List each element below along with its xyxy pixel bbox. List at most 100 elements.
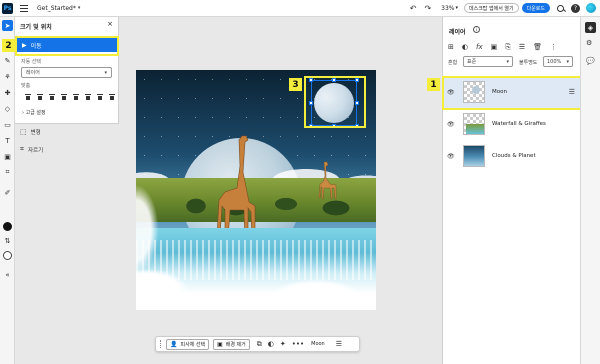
advanced-settings[interactable]: › 고급 설정 — [22, 109, 46, 116]
eye-icon[interactable]: 👁 — [447, 121, 457, 128]
crop-icon: ⌗ — [20, 145, 24, 153]
properties-panel: 크기 및 위치 × ▶ 이동 자동 선택 레이어 ▾ 맞춤 › 고급 설정 — [15, 17, 119, 124]
healing-tool-icon[interactable]: ✚ — [2, 87, 13, 98]
collapse-toolbar-icon[interactable]: « — [2, 269, 13, 280]
layer-row-clouds[interactable]: 👁 Clouds & Planet — [443, 140, 581, 172]
search-icon[interactable] — [557, 4, 564, 12]
drag-handle-icon[interactable] — [160, 340, 162, 348]
comments-icon[interactable]: 💬 — [586, 57, 595, 65]
crop-tool-icon[interactable]: ⌗ — [2, 167, 13, 178]
chevron-down-icon: ▾ — [104, 70, 107, 76]
auto-select-value: 레이어 — [26, 70, 40, 76]
adjustment-layer-icon[interactable]: ◐ — [462, 43, 468, 52]
more-icon[interactable]: ••• — [292, 340, 304, 348]
layer-name: Waterfall & Giraffes — [492, 121, 546, 127]
quick-select-icon[interactable]: ⚘ — [2, 71, 13, 82]
highlight-box-2 — [15, 36, 119, 56]
properties-title: 크기 및 위치 — [20, 24, 52, 31]
select-subject-button[interactable]: 👤 피사체 선택 — [166, 338, 210, 350]
delete-icon[interactable]: 🗑 — [533, 43, 542, 52]
blend-mode-value: 표준 — [467, 59, 477, 65]
mask-icon[interactable]: ⧉ — [257, 340, 262, 349]
auto-select-dropdown[interactable]: 레이어 ▾ — [21, 67, 112, 78]
avatar[interactable] — [586, 3, 596, 13]
align-vertical-distribute-icon[interactable] — [109, 94, 115, 100]
crop-item[interactable]: ⌗ 자르기 — [20, 145, 43, 154]
left-toolbar: ➤ ⬚ ✎ ⚘ ✚ ◇ ▭ T ▣ ⌗ ✐ ⇅ « — [0, 17, 15, 364]
layers-panel: 레이어 i ⊞ ◐ fx ▣ ⎘ ☰ 🗑 ⋮ 혼합 표준 ▾ 불투명도 100%… — [442, 17, 581, 364]
trees — [176, 192, 376, 232]
align-center-icon[interactable] — [37, 94, 43, 100]
swap-colors-icon[interactable]: ⇅ — [2, 235, 13, 246]
align-middle-icon[interactable] — [85, 94, 91, 100]
adjustment-icon[interactable]: ◐ — [268, 340, 274, 348]
opacity-label: 불투명도 — [519, 60, 538, 66]
align-distribute-icon[interactable] — [61, 94, 67, 100]
select-subject-label: 피사체 선택 — [180, 341, 206, 348]
auto-select-label: 자동 선택 — [21, 59, 41, 65]
document-name[interactable]: Get_Started* — [37, 5, 76, 12]
align-bottom-icon[interactable] — [97, 94, 103, 100]
layer-row-waterfall[interactable]: 👁 Waterfall & Giraffes — [443, 108, 581, 140]
advanced-settings-label: 고급 설정 — [25, 110, 46, 116]
foreground-color-swatch[interactable] — [3, 222, 12, 231]
selection-brush-icon[interactable]: ✎ — [2, 55, 13, 66]
transform-icon: ⬚ — [20, 128, 27, 136]
blend-mode-dropdown[interactable]: 표준 ▾ — [463, 56, 513, 67]
opacity-dropdown[interactable]: 100% ▾ — [543, 56, 573, 67]
effects-icon[interactable]: fx — [476, 43, 483, 52]
chevron-down-icon[interactable]: ▾ — [78, 5, 81, 11]
properties-panel-icon[interactable]: ⚙ — [586, 39, 592, 47]
top-bar: Ps Get_Started* ▾ ↶ ↷ 33% ▾ 데스크탑 앱에서 열기 … — [0, 0, 600, 17]
download-button[interactable]: 다운로드 — [521, 3, 550, 13]
chevron-down-icon: ▾ — [506, 59, 509, 65]
add-layer-icon[interactable]: ⊞ — [448, 43, 454, 52]
remove-background-label: 배경 제거 — [225, 341, 246, 348]
zoom-chevron-icon[interactable]: ▾ — [455, 5, 458, 11]
mask-icon[interactable]: ▣ — [491, 43, 498, 52]
more-options-icon[interactable]: ⋮ — [550, 43, 557, 52]
eyedropper-icon[interactable]: ✐ — [2, 187, 13, 198]
eye-icon[interactable]: 👁 — [447, 153, 457, 160]
eraser-icon[interactable]: ◇ — [2, 103, 13, 114]
align-right-icon[interactable] — [49, 94, 55, 100]
transform-item[interactable]: ⬚ 변형 — [20, 128, 41, 136]
move-tool-icon[interactable]: ➤ — [2, 20, 13, 31]
opacity-value: 100% — [547, 58, 562, 65]
blend-mode-label: 혼합 — [448, 60, 458, 66]
remove-background-button[interactable]: ▣ 배경 제거 — [213, 338, 250, 350]
info-icon[interactable]: i — [473, 26, 480, 33]
giraffe-small — [318, 161, 337, 200]
menu-icon[interactable] — [20, 4, 28, 12]
callout-badge-2: 2 — [2, 39, 15, 52]
layers-panel-icon[interactable]: ◈ — [585, 22, 596, 33]
rectangle-tool-icon[interactable]: ▭ — [2, 119, 13, 130]
image-tool-icon[interactable]: ▣ — [2, 151, 13, 162]
mist — [136, 260, 376, 310]
undo-icon[interactable]: ↶ — [410, 4, 417, 13]
help-icon[interactable]: ? — [571, 3, 580, 13]
clip-icon[interactable]: ⎘ — [505, 43, 511, 52]
stack-icon[interactable]: ☰ — [519, 43, 525, 52]
generative-icon[interactable]: ✦ — [280, 340, 286, 348]
open-in-desktop-button[interactable]: 데스크탑 앱에서 열기 — [464, 3, 519, 13]
align-top-icon[interactable] — [73, 94, 79, 100]
close-icon[interactable]: × — [107, 20, 113, 28]
image-icon: ▣ — [217, 340, 223, 348]
align-label: 맞춤 — [21, 83, 31, 89]
background-color-swatch[interactable] — [3, 251, 12, 260]
right-panel-strip: ◈ ⚙ 💬 — [580, 17, 600, 364]
redo-icon[interactable]: ↷ — [424, 4, 431, 13]
text-tool-icon[interactable]: T — [2, 135, 13, 146]
highlight-box-3 — [304, 76, 366, 128]
zoom-level[interactable]: 33% — [441, 5, 454, 12]
layer-thumbnail — [463, 113, 485, 135]
person-icon: 👤 — [170, 340, 178, 348]
transform-label: 변형 — [30, 130, 41, 136]
align-left-icon[interactable] — [25, 94, 31, 100]
settings-icon[interactable]: ☰ — [336, 340, 342, 348]
layer-tools: ⊞ ◐ fx ▣ ⎘ ☰ 🗑 ⋮ — [448, 43, 557, 52]
highlight-box-1 — [442, 76, 582, 110]
layer-name: Clouds & Planet — [492, 153, 536, 159]
crop-label: 자르기 — [27, 147, 44, 154]
